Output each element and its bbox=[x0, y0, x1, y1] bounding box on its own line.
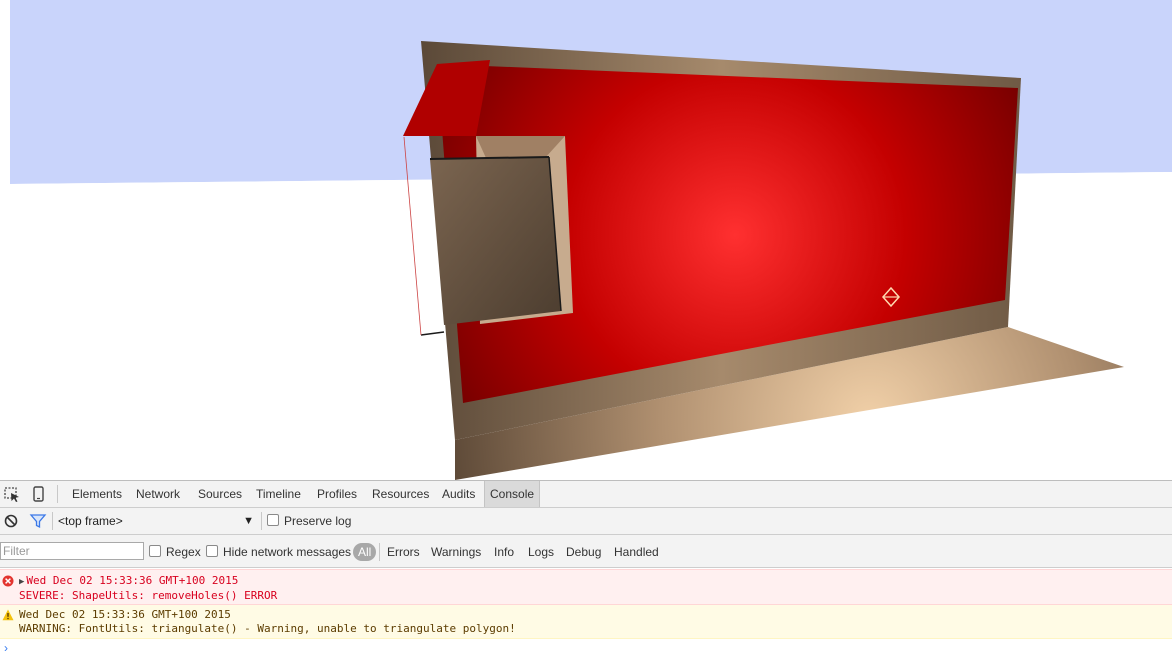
warning-icon bbox=[2, 609, 14, 621]
error-line-1: Wed Dec 02 15:33:36 GMT+100 2015 bbox=[26, 574, 239, 587]
tab-console[interactable]: Console bbox=[484, 481, 541, 507]
level-handled[interactable]: Handled bbox=[614, 543, 659, 561]
tab-network[interactable]: Network bbox=[131, 481, 185, 507]
filter-icon[interactable] bbox=[29, 512, 47, 530]
level-errors[interactable]: Errors bbox=[387, 543, 420, 561]
3d-viewport[interactable] bbox=[0, 0, 1172, 480]
chevron-down-icon: ▼ bbox=[243, 515, 254, 527]
devtools-panel: Elements Network Sources Timeline Profil… bbox=[0, 480, 1172, 657]
console-prompt[interactable]: › bbox=[0, 639, 1172, 657]
error-timestamp: ▶ Wed Dec 02 15:33:36 GMT+100 2015 bbox=[19, 574, 1172, 589]
preserve-log-checkbox[interactable]: Preserve log bbox=[267, 512, 351, 530]
console-frame-bar: <top frame> ▼ Preserve log bbox=[0, 508, 1172, 535]
toolbar-separator bbox=[261, 512, 262, 530]
hide-network-label: Hide network messages bbox=[223, 545, 352, 559]
regex-checkbox[interactable]: Regex bbox=[149, 543, 201, 561]
level-logs[interactable]: Logs bbox=[528, 543, 554, 561]
prompt-chevron-icon: › bbox=[4, 641, 8, 655]
regex-box[interactable] bbox=[149, 545, 161, 557]
level-debug[interactable]: Debug bbox=[566, 543, 601, 561]
clear-console-icon[interactable] bbox=[2, 512, 20, 530]
device-mode-icon[interactable] bbox=[30, 485, 48, 503]
regex-label: Regex bbox=[166, 545, 201, 559]
toolbar-separator bbox=[57, 485, 58, 503]
tab-audits[interactable]: Audits bbox=[437, 481, 480, 507]
preserve-log-box[interactable] bbox=[267, 514, 279, 526]
tab-sources[interactable]: Sources bbox=[193, 481, 247, 507]
error-icon bbox=[2, 575, 14, 587]
frame-select[interactable]: <top frame> ▼ bbox=[58, 512, 258, 531]
devtools-tabbar: Elements Network Sources Timeline Profil… bbox=[0, 481, 1172, 508]
expand-triangle-icon[interactable]: ▶ bbox=[19, 575, 24, 589]
tab-profiles[interactable]: Profiles bbox=[312, 481, 362, 507]
console-error-message[interactable]: ▶ Wed Dec 02 15:33:36 GMT+100 2015 SEVERE… bbox=[0, 569, 1172, 605]
level-info[interactable]: Info bbox=[494, 543, 514, 561]
tab-resources[interactable]: Resources bbox=[367, 481, 434, 507]
warning-line-1: Wed Dec 02 15:33:36 GMT+100 2015 bbox=[19, 608, 231, 621]
warning-line-2: WARNING: FontUtils: triangulate() - Warn… bbox=[19, 622, 516, 635]
hide-network-box[interactable] bbox=[206, 545, 218, 557]
toolbar-separator bbox=[52, 512, 53, 530]
scene-canvas[interactable] bbox=[0, 0, 1172, 480]
window-panel bbox=[430, 157, 561, 325]
inspect-element-icon[interactable] bbox=[3, 485, 21, 503]
console-filter-bar: Regex Hide network messages All Errors W… bbox=[0, 535, 1172, 568]
console-warning-message[interactable]: Wed Dec 02 15:33:36 GMT+100 2015 WARNING… bbox=[0, 605, 1172, 639]
tab-timeline[interactable]: Timeline bbox=[251, 481, 306, 507]
toolbar-separator bbox=[379, 543, 380, 561]
frame-select-value: <top frame> bbox=[58, 514, 123, 528]
filter-input[interactable] bbox=[0, 542, 144, 560]
level-warnings[interactable]: Warnings bbox=[431, 543, 481, 561]
tab-elements[interactable]: Elements bbox=[67, 481, 127, 507]
error-line-2: SEVERE: ShapeUtils: removeHoles() ERROR bbox=[19, 589, 278, 602]
preserve-log-label: Preserve log bbox=[284, 514, 352, 528]
level-all[interactable]: All bbox=[353, 543, 377, 561]
hide-network-checkbox[interactable]: Hide network messages bbox=[206, 543, 351, 561]
